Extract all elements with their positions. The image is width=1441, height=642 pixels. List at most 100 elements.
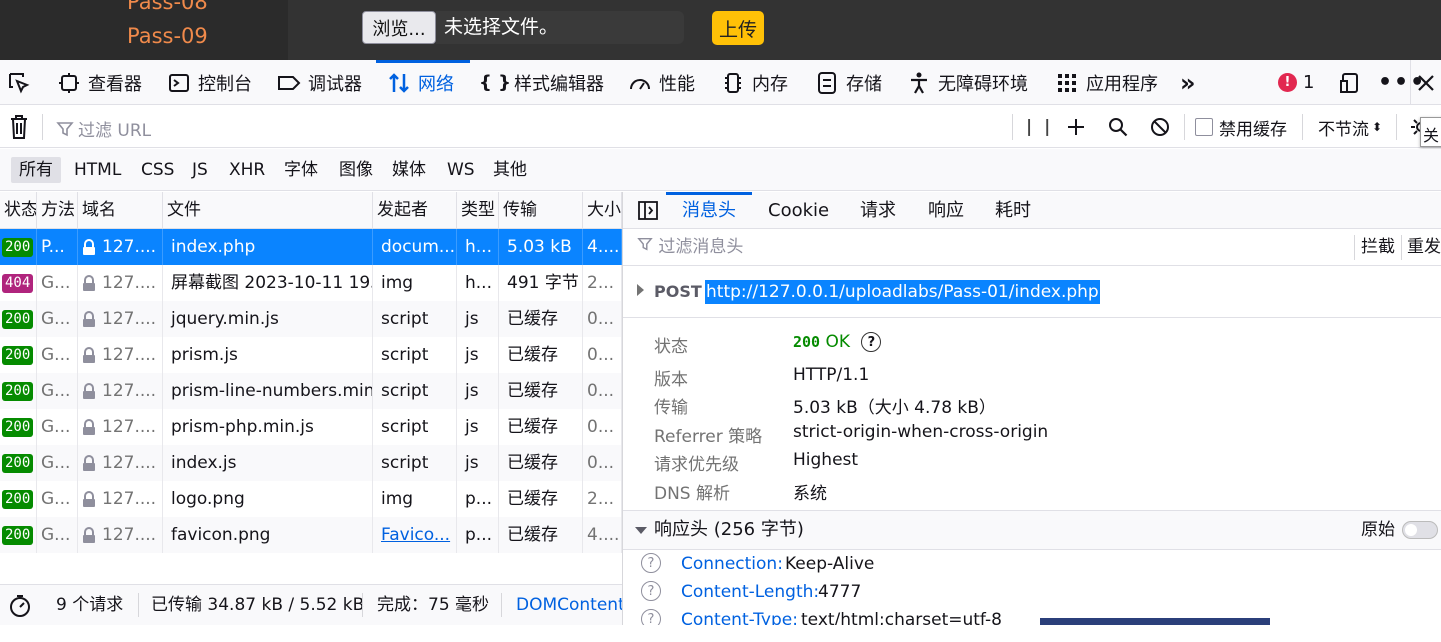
- request-line: POST http://127.0.0.1/uploadlabs/Pass-01…: [623, 266, 1441, 318]
- expand-triangle-icon[interactable]: [637, 284, 644, 296]
- table-row[interactable]: 200 G... 127.... prism-php.min.js script js 已缓…: [0, 409, 622, 445]
- type-other[interactable]: 其他: [485, 157, 535, 183]
- col-type[interactable]: 类型: [457, 192, 499, 229]
- cell-type: js: [457, 301, 499, 337]
- type-css[interactable]: CSS: [133, 157, 182, 183]
- tab-storage[interactable]: 存储: [814, 60, 882, 105]
- tab-timings[interactable]: 耗时: [989, 192, 1037, 229]
- cell-method: G...: [37, 517, 78, 553]
- summary-key: 状态: [654, 337, 688, 357]
- tab-console[interactable]: 控制台: [166, 60, 252, 105]
- page-background-strip: [1040, 618, 1270, 625]
- tab-request[interactable]: 请求: [854, 192, 902, 229]
- help-icon[interactable]: ?: [641, 581, 661, 601]
- col-initiator[interactable]: 发起者: [373, 192, 457, 229]
- tooltip: 关: [1420, 117, 1441, 147]
- block-button[interactable]: 拦截: [1361, 229, 1395, 266]
- resend-button[interactable]: 重发: [1407, 229, 1441, 266]
- table-row[interactable]: 200 P... 127.... index.php docum... h... 5.03 …: [0, 229, 622, 265]
- col-transfer[interactable]: 传输: [499, 192, 583, 229]
- trash-icon[interactable]: [8, 114, 32, 140]
- tab-cookies[interactable]: Cookie: [762, 192, 835, 229]
- status-text: OK: [825, 332, 851, 352]
- checkbox-box[interactable]: [1195, 118, 1213, 136]
- browse-button[interactable]: 浏览...: [362, 11, 436, 44]
- cell-initiator: script: [373, 373, 457, 409]
- table-row[interactable]: 200 G... 127.... jquery.min.js script js 已缓存 0.…: [0, 301, 622, 337]
- accessibility-icon: [906, 70, 932, 96]
- divider: [138, 593, 139, 617]
- tab-memory[interactable]: 内存: [720, 60, 788, 105]
- tab-response[interactable]: 响应: [922, 192, 970, 229]
- divider: [501, 593, 502, 617]
- search-icon[interactable]: [1108, 106, 1128, 148]
- disable-cache-checkbox[interactable]: 禁用缓存: [1195, 106, 1287, 148]
- col-status[interactable]: 状态: [0, 192, 37, 229]
- pass-link[interactable]: Pass-08: [127, 0, 208, 14]
- tab-accessibility[interactable]: 无障碍环境: [906, 60, 1028, 105]
- cell-domain: 127....: [78, 517, 163, 553]
- cell-initiator: script: [373, 301, 457, 337]
- summary-value: HTTP/1.1: [793, 365, 870, 385]
- cell-file: prism.js: [163, 337, 373, 373]
- response-headers-section[interactable]: 响应头 (256 字节) 原始: [623, 510, 1441, 550]
- request-url[interactable]: http://127.0.0.1/uploadlabs/Pass-01/inde…: [705, 280, 1100, 304]
- tab-headers[interactable]: 消息头: [676, 192, 742, 229]
- type-image[interactable]: 图像: [331, 157, 381, 183]
- table-row[interactable]: 200 G... 127.... prism.js script js 已缓存 0...: [0, 337, 622, 373]
- table-row[interactable]: 404 G... 127.... 屏幕截图 2023-10-11 1954 img h..…: [0, 265, 622, 301]
- pause-icon[interactable]: | |: [1026, 106, 1053, 148]
- tab-performance[interactable]: 性能: [627, 60, 695, 105]
- tab-network[interactable]: 网络: [386, 60, 454, 105]
- status-badge: 200: [2, 381, 34, 401]
- table-row[interactable]: 200 G... 127.... logo.png img p... 已缓存 2...: [0, 481, 622, 517]
- pick-element-icon[interactable]: [6, 60, 32, 105]
- collapse-triangle-icon[interactable]: [635, 527, 647, 534]
- tab-style-editor[interactable]: { } 样式编辑器: [479, 60, 604, 105]
- pass-link[interactable]: Pass-09: [127, 24, 208, 48]
- col-size[interactable]: 大小: [583, 192, 622, 229]
- url-filter-input[interactable]: 过滤 URL: [56, 116, 151, 141]
- tab-application[interactable]: 应用程序: [1054, 60, 1158, 105]
- table-row[interactable]: 200 G... 127.... prism-line-numbers.min.js s…: [0, 373, 622, 409]
- help-icon[interactable]: ?: [861, 332, 882, 352]
- raw-toggle[interactable]: [1402, 521, 1438, 539]
- add-icon[interactable]: [1066, 106, 1086, 148]
- col-file[interactable]: 文件: [163, 192, 373, 229]
- tab-debugger[interactable]: 调试器: [276, 60, 362, 105]
- file-text: jquery.min.js: [171, 309, 279, 329]
- upload-button[interactable]: 上传: [712, 11, 764, 45]
- type-html[interactable]: HTML: [66, 157, 129, 183]
- method-text: G...: [41, 453, 71, 473]
- cell-file: index.js: [163, 445, 373, 481]
- type-text: h...: [465, 237, 492, 257]
- table-row[interactable]: 200 G... 127.... favicon.png Favico... p... 已缓…: [0, 517, 622, 553]
- col-method[interactable]: 方法: [37, 192, 78, 229]
- table-row[interactable]: 200 G... 127.... index.js script js 已缓存 0...: [0, 445, 622, 481]
- throttle-select[interactable]: 不节流 ⬍: [1318, 106, 1382, 148]
- tab-inspector[interactable]: 查看器: [56, 60, 142, 105]
- type-ws[interactable]: WS: [439, 157, 483, 183]
- help-icon[interactable]: ?: [641, 609, 661, 625]
- type-text: js: [465, 417, 479, 437]
- initiator-text[interactable]: Favico...: [381, 525, 450, 545]
- help-icon[interactable]: ?: [641, 553, 661, 573]
- type-media[interactable]: 媒体: [384, 157, 434, 183]
- responsive-design-icon[interactable]: [1338, 60, 1362, 105]
- headers-filter-input[interactable]: 过滤消息头: [637, 229, 743, 266]
- headers-filter[interactable]: 过滤消息头 拦截 重发: [623, 229, 1441, 266]
- type-font[interactable]: 字体: [276, 157, 326, 183]
- type-all[interactable]: 所有: [11, 157, 61, 183]
- col-domain[interactable]: 域名: [78, 192, 163, 229]
- close-icon[interactable]: [1410, 60, 1441, 105]
- cell-status: 200: [0, 445, 37, 481]
- toggle-sidebar-icon[interactable]: [631, 192, 665, 229]
- status-badge: 200: [2, 489, 34, 509]
- block-icon[interactable]: [1150, 106, 1170, 148]
- type-xhr[interactable]: XHR: [221, 157, 273, 183]
- cell-type: js: [457, 445, 499, 481]
- type-js[interactable]: JS: [184, 157, 216, 183]
- cell-status: 200: [0, 373, 37, 409]
- error-counter[interactable]: ! 1: [1278, 60, 1314, 105]
- more-tabs-chevron-icon[interactable]: »: [1180, 60, 1196, 105]
